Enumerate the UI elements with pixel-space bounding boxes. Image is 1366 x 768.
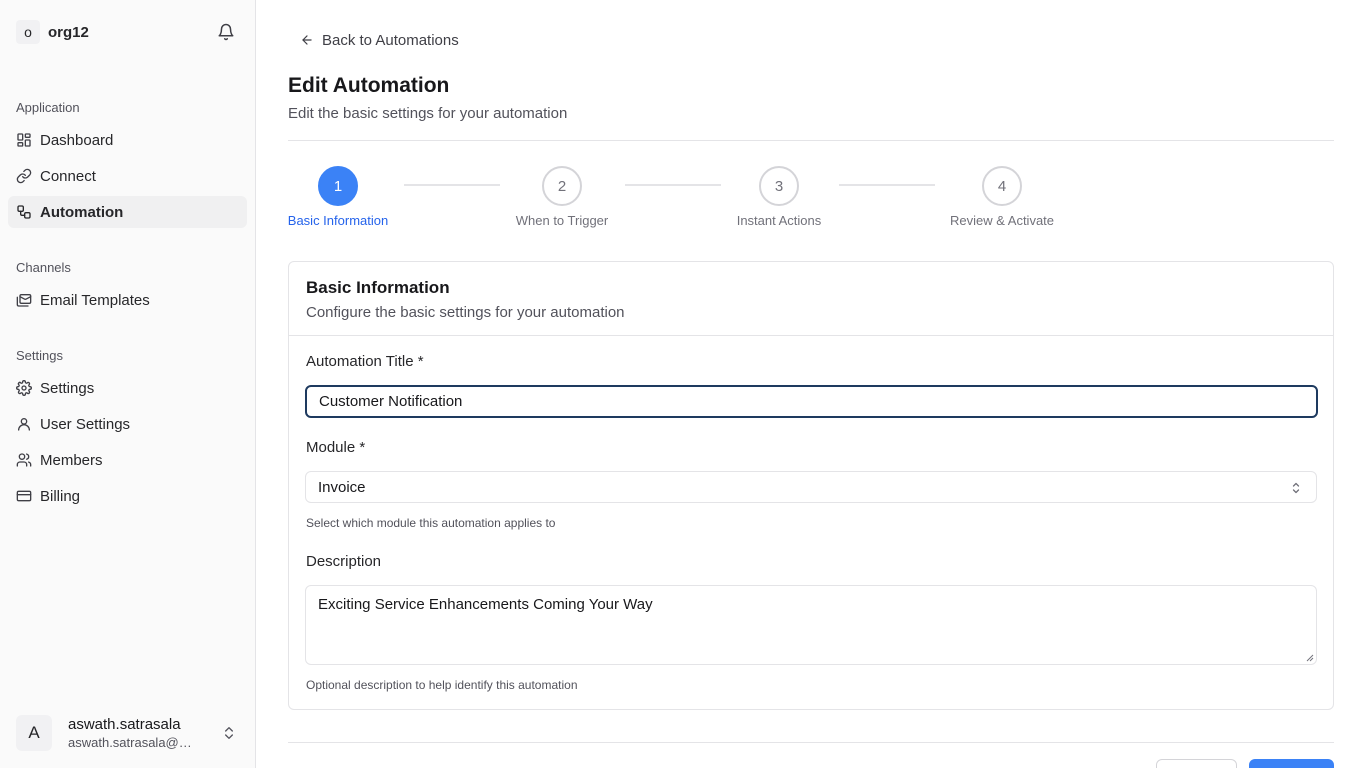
automation-title-label: Automation Title * — [306, 353, 424, 370]
users-icon — [16, 453, 32, 467]
description-textarea[interactable]: Exciting Service Enhancements Coming You… — [305, 585, 1317, 665]
step-basic-information[interactable]: 1 Basic Information — [288, 166, 388, 228]
back-to-automations-link[interactable]: Back to Automations — [300, 30, 459, 50]
sidebar-item-label: Settings — [40, 379, 95, 397]
sidebar-item-label: Dashboard — [40, 131, 114, 149]
step-number: 3 — [759, 166, 799, 206]
description-label: Description — [306, 553, 382, 570]
sidebar-item-label: User Settings — [40, 415, 131, 433]
step-label: Instant Actions — [736, 213, 822, 228]
step-review-activate[interactable]: 4 Review & Activate — [942, 166, 1062, 228]
step-connector — [404, 184, 500, 186]
card-divider — [289, 335, 1333, 336]
step-label: When to Trigger — [515, 213, 609, 228]
workflow-icon — [17, 205, 31, 219]
step-when-to-trigger[interactable]: 2 When to Trigger — [512, 166, 612, 228]
sidebar-item-members[interactable]: Members — [8, 444, 247, 476]
automation-title-input[interactable] — [305, 385, 1318, 418]
avatar: A — [16, 715, 52, 751]
step-instant-actions[interactable]: 3 Instant Actions — [729, 166, 829, 228]
sidebar-item-settings[interactable]: Settings — [8, 372, 247, 404]
header-divider — [288, 140, 1334, 141]
module-select[interactable]: Invoice — [305, 471, 1317, 503]
gear-icon — [16, 380, 32, 396]
step-connector — [839, 184, 935, 186]
sidebar-item-user-settings[interactable]: User Settings — [8, 408, 247, 440]
step-connector — [625, 184, 721, 186]
user-icon — [18, 418, 30, 431]
card-subtitle: Configure the basic settings for your au… — [306, 304, 625, 321]
secondary-button[interactable] — [1156, 759, 1237, 768]
sidebar-item-label: Automation — [40, 203, 124, 221]
resize-handle-icon[interactable] — [1306, 654, 1314, 662]
footer-divider — [288, 742, 1334, 743]
primary-button[interactable] — [1249, 759, 1334, 768]
chevrons-up-down-icon — [225, 727, 233, 739]
sidebar-item-label: Email Templates — [40, 291, 150, 309]
section-label-channels: Channels — [16, 260, 71, 275]
sidebar-item-billing[interactable]: Billing — [8, 480, 247, 512]
sidebar-item-dashboard[interactable]: Dashboard — [8, 124, 247, 156]
step-number: 1 — [318, 166, 358, 206]
org-switcher[interactable]: o org12 — [16, 20, 239, 44]
credit-card-icon — [16, 490, 32, 502]
org-avatar: o — [16, 20, 40, 44]
page-title: Edit Automation — [288, 74, 450, 97]
user-name: aswath.satrasala — [68, 716, 181, 733]
step-number: 4 — [982, 166, 1022, 206]
module-helper-text: Select which module this automation appl… — [306, 516, 556, 530]
link-icon — [16, 168, 32, 184]
org-name: org12 — [48, 23, 89, 41]
sidebar-item-email-templates[interactable]: Email Templates — [8, 284, 247, 316]
user-menu[interactable]: A aswath.satrasala aswath.satrasala@g... — [8, 709, 247, 757]
section-label-application: Application — [16, 100, 80, 115]
chevrons-up-down-icon — [1292, 482, 1300, 494]
step-number: 2 — [542, 166, 582, 206]
back-label: Back to Automations — [322, 31, 459, 49]
module-label: Module * — [306, 439, 366, 456]
sidebar-item-label: Connect — [40, 167, 96, 185]
arrow-left-icon — [302, 35, 312, 45]
sidebar: o org12 Application Dashboard Connect Au… — [0, 0, 256, 768]
card-title: Basic Information — [306, 278, 450, 297]
page-subtitle: Edit the basic settings for your automat… — [288, 105, 568, 122]
sidebar-item-automation[interactable]: Automation — [8, 196, 247, 228]
section-label-settings: Settings — [16, 348, 63, 363]
dashboard-icon — [17, 133, 31, 147]
sidebar-item-label: Members — [40, 451, 103, 469]
basic-information-card: Basic Information Configure the basic se… — [288, 261, 1334, 710]
sidebar-item-label: Billing — [40, 487, 81, 505]
bell-icon[interactable] — [217, 23, 235, 41]
mails-icon — [16, 294, 32, 307]
description-helper-text: Optional description to help identify th… — [306, 678, 578, 692]
description-value: Exciting Service Enhancements Coming You… — [318, 596, 653, 613]
sidebar-item-connect[interactable]: Connect — [8, 160, 247, 192]
main-content: Back to Automations Edit Automation Edit… — [288, 0, 1334, 768]
step-label: Review & Activate — [949, 213, 1055, 228]
module-selected-value: Invoice — [318, 478, 366, 496]
user-email: aswath.satrasala@g... — [68, 735, 196, 750]
step-label: Basic Information — [287, 213, 389, 228]
